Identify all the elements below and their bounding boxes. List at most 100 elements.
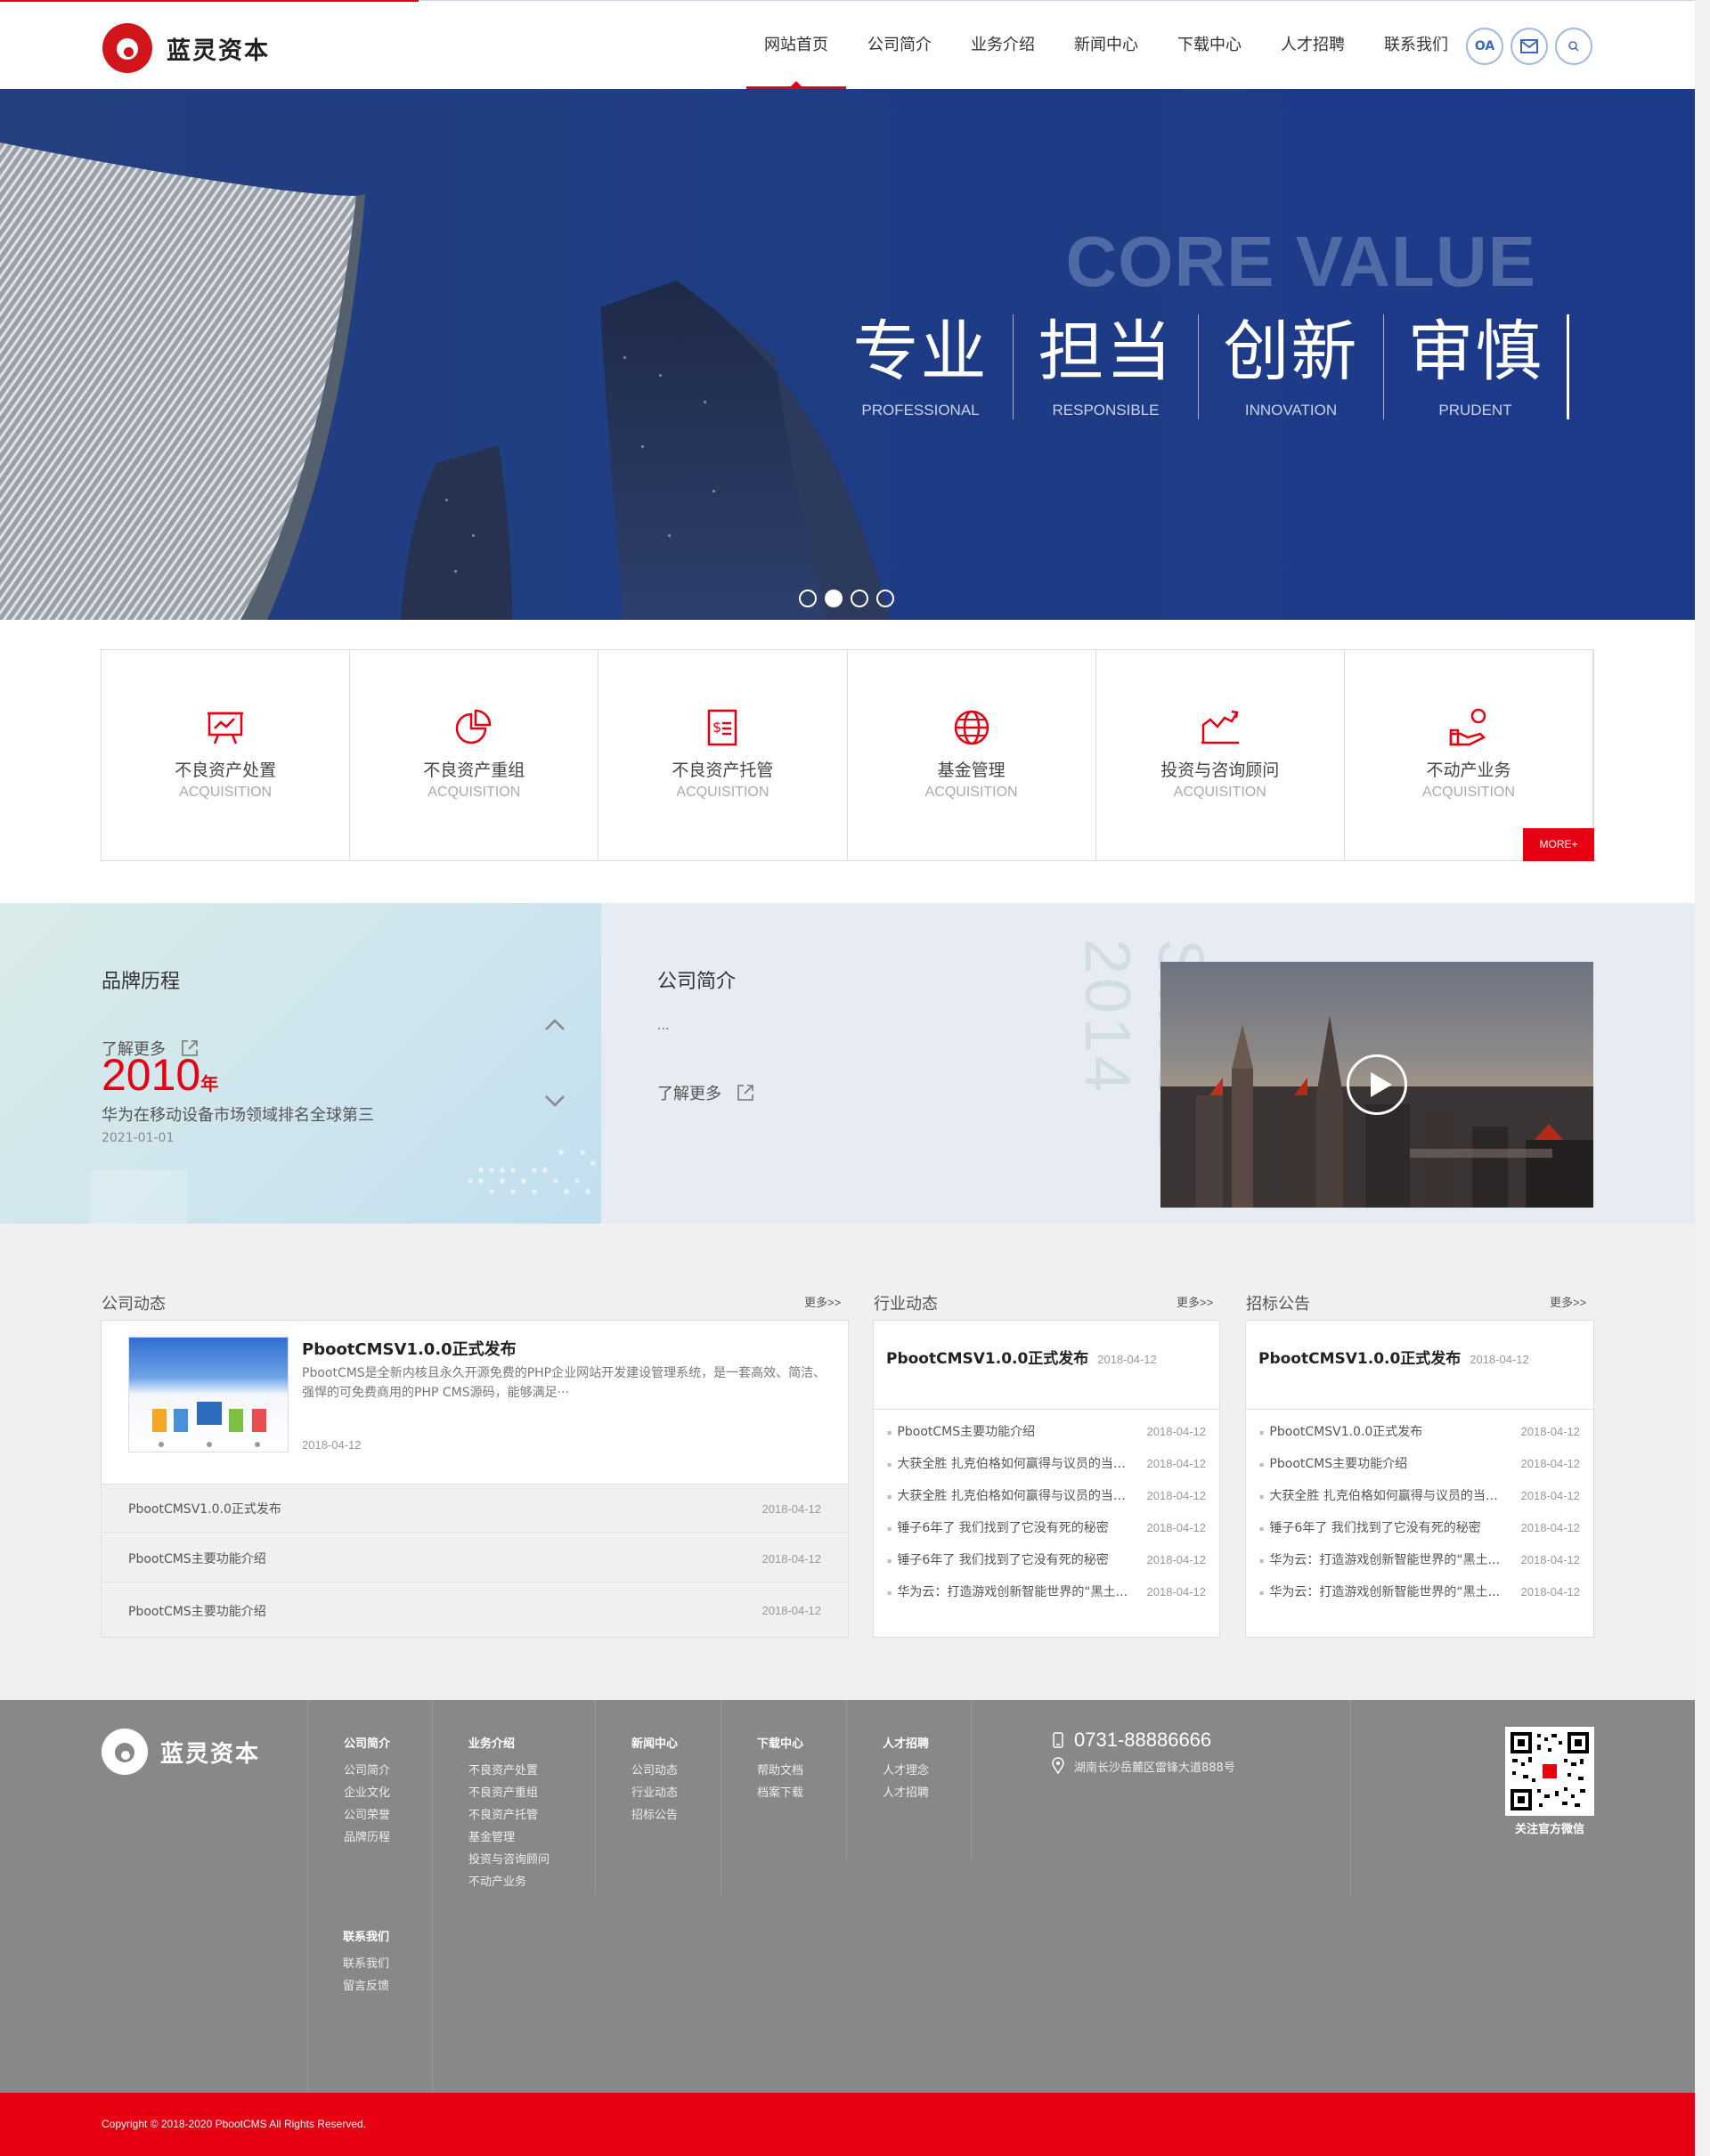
chevron-up-icon[interactable] bbox=[544, 1019, 566, 1031]
service-card[interactable]: 基金管理 ACQUISITION bbox=[848, 650, 1096, 860]
oa-button[interactable]: OA bbox=[1466, 28, 1503, 65]
news-row[interactable]: 大获全胜 扎克伯格如何赢得与议员的当面... 2018-04-12 bbox=[874, 1479, 1219, 1511]
footer-link[interactable]: 帮助文档 bbox=[757, 1760, 846, 1782]
globe-icon bbox=[954, 710, 989, 745]
footer-link[interactable]: 企业文化 bbox=[344, 1782, 432, 1804]
industry-news-more-link[interactable]: 更多>> bbox=[1177, 1293, 1213, 1310]
carousel-dot[interactable] bbox=[799, 590, 817, 607]
value-en: PROFESSIONAL bbox=[861, 402, 980, 419]
company-news-title: 公司动态 bbox=[102, 1295, 166, 1314]
core-values: 专业 PROFESSIONAL 担当 RESPONSIBLE 创新 INNOVATIO… bbox=[828, 314, 1569, 419]
nav-news[interactable]: 新闻中心 bbox=[1056, 2, 1156, 89]
news-row-date: 2018-04-12 bbox=[1146, 1456, 1207, 1470]
search-icon[interactable] bbox=[1555, 28, 1592, 65]
footer-col-about: 公司简介 公司简介 企业文化 公司荣誉 品牌历程 bbox=[307, 1700, 432, 1896]
news-row[interactable]: PbootCMS主要功能介绍 2018-04-12 bbox=[1246, 1447, 1593, 1479]
service-card[interactable]: 投资与咨询顾问 ACQUISITION bbox=[1096, 650, 1345, 860]
footer-col-title[interactable]: 下载中心 bbox=[757, 1734, 846, 1751]
footer-col-title[interactable]: 人才招聘 bbox=[883, 1734, 971, 1751]
news-row-date: 2018-04-12 bbox=[1146, 1552, 1207, 1566]
play-button-icon[interactable] bbox=[1347, 1054, 1407, 1115]
news-row[interactable]: 华为云：打造游戏创新智能世界的“黑土... 2018-04-12 bbox=[1246, 1543, 1593, 1575]
services-more-button[interactable]: MORE+ bbox=[1523, 828, 1594, 861]
news-row[interactable]: 锤子6年了 我们找到了它没有死的秘密 2018-04-12 bbox=[874, 1511, 1219, 1543]
chevron-down-icon[interactable] bbox=[544, 1094, 566, 1107]
news-row[interactable]: 锤子6年了 我们找到了它没有死的秘密 2018-04-12 bbox=[874, 1543, 1219, 1575]
footer-link[interactable]: 留言反馈 bbox=[343, 1975, 389, 1997]
nav-home[interactable]: 网站首页 bbox=[746, 2, 846, 89]
tender-news-more-link[interactable]: 更多>> bbox=[1550, 1293, 1586, 1310]
news-row[interactable]: 大获全胜 扎克伯格如何赢得与议员的当面... 2018-04-12 bbox=[1246, 1479, 1593, 1511]
footer-link[interactable]: 不良资产托管 bbox=[468, 1804, 595, 1826]
service-name: 不良资产托管 bbox=[672, 761, 774, 780]
footer-link[interactable]: 招标公告 bbox=[631, 1804, 721, 1826]
news-row[interactable]: 锤子6年了 我们找到了它没有死的秘密 2018-04-12 bbox=[1246, 1511, 1593, 1543]
feature-news-title[interactable]: PbootCMSV1.0.0正式发布 bbox=[302, 1337, 517, 1360]
footer-link[interactable]: 公司荣誉 bbox=[344, 1804, 432, 1826]
footer-link[interactable]: 公司动态 bbox=[631, 1760, 721, 1782]
footer-col-title[interactable]: 联系我们 bbox=[343, 1927, 389, 1944]
footer-link[interactable]: 人才理念 bbox=[883, 1760, 971, 1782]
service-card[interactable]: 不良资产处置 ACQUISITION bbox=[102, 650, 351, 860]
intro-video[interactable] bbox=[1160, 962, 1593, 1208]
intro-learn-more-link[interactable]: 了解更多 bbox=[657, 1081, 755, 1104]
tender-news-list: PbootCMSV1.0.0正式发布 2018-04-12 PbootCMS主要功… bbox=[1246, 1415, 1593, 1607]
footer-divider bbox=[307, 1896, 308, 2092]
carousel-dot[interactable] bbox=[851, 590, 868, 607]
news-row[interactable]: 大获全胜 扎克伯格如何赢得与议员的当面... 2018-04-12 bbox=[874, 1447, 1219, 1479]
footer-col-title[interactable]: 公司简介 bbox=[344, 1734, 432, 1751]
footer-link[interactable]: 不良资产处置 bbox=[468, 1760, 595, 1782]
service-card[interactable]: 不良资产重组 ACQUISITION bbox=[350, 650, 599, 860]
nav-business[interactable]: 业务介绍 bbox=[953, 2, 1053, 89]
company-news-more-link[interactable]: 更多>> bbox=[804, 1293, 841, 1310]
footer-link[interactable]: 人才招聘 bbox=[883, 1782, 971, 1804]
news-row-date: 2018-04-12 bbox=[761, 1501, 822, 1516]
news-thumbnail[interactable] bbox=[128, 1337, 289, 1452]
news-row[interactable]: PbootCMS主要功能介绍 2018-04-12 bbox=[102, 1584, 848, 1637]
service-card[interactable]: $ 不良资产托管 ACQUISITION bbox=[598, 650, 848, 860]
news-row[interactable]: 华为云：打造游戏创新智能世界的“黑土... 2018-04-12 bbox=[1246, 1575, 1593, 1607]
news-row[interactable]: PbootCMS主要功能介绍 2018-04-12 bbox=[874, 1415, 1219, 1447]
logo[interactable]: 蓝灵资本 bbox=[102, 23, 270, 73]
history-year: 2010年 bbox=[102, 1049, 218, 1101]
brand-history-title: 品牌历程 bbox=[102, 971, 181, 993]
footer-brand-name: 蓝灵资本 bbox=[160, 1740, 261, 1768]
footer-link[interactable]: 公司简介 bbox=[344, 1760, 432, 1782]
news-row[interactable]: 华为云：打造游戏创新智能世界的“黑土... 2018-04-12 bbox=[874, 1575, 1219, 1607]
footer-link[interactable]: 不良资产重组 bbox=[468, 1782, 595, 1804]
footer-link[interactable]: 行业动态 bbox=[631, 1782, 721, 1804]
tender-feature-title[interactable]: PbootCMSV1.0.0正式发布 2018-04-12 bbox=[1258, 1346, 1529, 1368]
carousel-dot[interactable] bbox=[876, 590, 894, 607]
footer-link[interactable]: 不动产业务 bbox=[468, 1871, 595, 1893]
news-row[interactable]: PbootCMSV1.0.0正式发布 2018-04-12 bbox=[102, 1485, 848, 1534]
footer-col-title[interactable]: 新闻中心 bbox=[631, 1734, 721, 1751]
footer-logo[interactable]: 蓝灵资本 bbox=[102, 1729, 260, 1775]
nav-about[interactable]: 公司简介 bbox=[850, 2, 949, 89]
nav-contact[interactable]: 联系我们 bbox=[1366, 2, 1466, 89]
mail-icon[interactable] bbox=[1510, 28, 1548, 65]
news-row-title: PbootCMS主要功能介绍 bbox=[1259, 1454, 1407, 1472]
footer-link[interactable]: 品牌历程 bbox=[344, 1826, 432, 1849]
wechat-qr-code[interactable] bbox=[1505, 1727, 1594, 1816]
footer-link[interactable]: 投资与咨询顾问 bbox=[468, 1849, 595, 1871]
value-responsible: 担当 RESPONSIBLE bbox=[1014, 314, 1199, 419]
service-name: 不动产业务 bbox=[1426, 761, 1511, 780]
footer-link[interactable]: 档案下载 bbox=[757, 1782, 846, 1804]
footer-link[interactable]: 联系我们 bbox=[343, 1953, 389, 1975]
location-icon bbox=[1052, 1757, 1064, 1775]
phone-number: 0731-88886666 bbox=[1074, 1729, 1212, 1751]
news-row[interactable]: PbootCMS主要功能介绍 2018-04-12 bbox=[102, 1534, 848, 1583]
intro-title: 公司简介 bbox=[657, 971, 737, 993]
footer-link[interactable]: 基金管理 bbox=[468, 1826, 595, 1849]
news-row[interactable]: PbootCMSV1.0.0正式发布 2018-04-12 bbox=[1246, 1415, 1593, 1447]
carousel-dot-active[interactable] bbox=[825, 590, 843, 607]
industry-feature-title[interactable]: PbootCMSV1.0.0正式发布 2018-04-12 bbox=[886, 1346, 1157, 1368]
footer-col-title[interactable]: 业务介绍 bbox=[468, 1734, 595, 1751]
nav-jobs[interactable]: 人才招聘 bbox=[1263, 2, 1363, 89]
news-row-date: 2018-04-12 bbox=[1520, 1552, 1581, 1566]
scrollbar[interactable] bbox=[1695, 0, 1710, 2156]
news-row-date: 2018-04-12 bbox=[1520, 1488, 1581, 1502]
nav-download[interactable]: 下载中心 bbox=[1160, 2, 1259, 89]
service-name: 基金管理 bbox=[937, 761, 1006, 780]
hand-coin-icon bbox=[1449, 708, 1486, 746]
